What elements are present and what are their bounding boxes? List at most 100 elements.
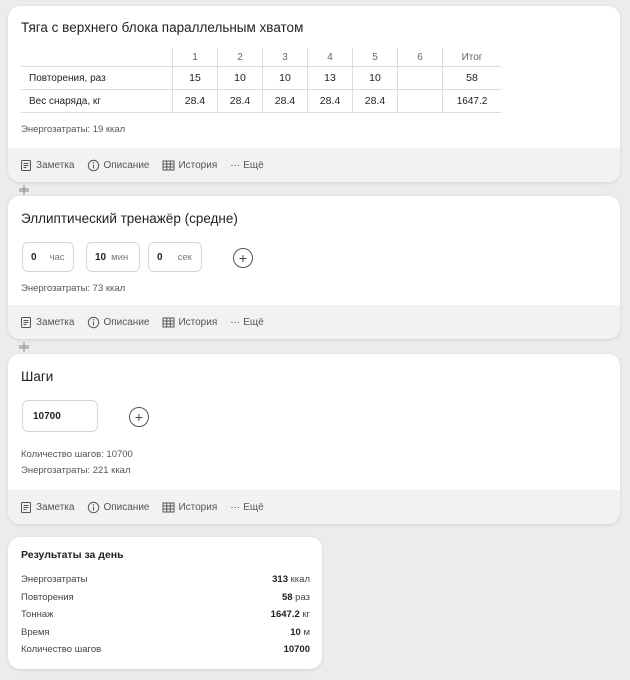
card-actions: Заметка Описание История ··· Ещё [8, 490, 620, 524]
description-button[interactable]: Описание [87, 316, 149, 329]
weight-total: 1647.2 [442, 89, 501, 113]
note-button[interactable]: Заметка [20, 501, 74, 514]
summary-value: 313 ккал [272, 574, 310, 585]
description-button[interactable]: Описание [87, 159, 149, 172]
value-unit: м [303, 627, 310, 638]
reps-cell-6[interactable] [397, 66, 443, 90]
ellipsis-icon: ··· [230, 159, 241, 171]
row-label: Повторения, раз [21, 66, 173, 90]
energy-label: Энергозатраты: 221 ккал [21, 465, 131, 476]
summary-label: Количество шагов [21, 644, 102, 655]
note-label: Заметка [36, 159, 75, 171]
note-label: Заметка [36, 316, 75, 328]
exercise-card-lat-pulldown: Тяга с верхнего блока параллельным хвато… [8, 6, 620, 182]
value-unit: кг [302, 609, 310, 620]
description-label: Описание [103, 316, 150, 328]
hours-value: 0 [31, 251, 37, 263]
summary-row-energy: Энергозатраты 313 ккал [21, 574, 310, 585]
note-icon [20, 159, 33, 172]
info-icon [87, 316, 100, 329]
add-interval-button[interactable]: + [233, 248, 253, 268]
value-unit: ккал [290, 574, 310, 585]
energy-label: Энергозатраты: 19 ккал [21, 124, 126, 135]
ellipsis-icon: ··· [230, 316, 241, 328]
add-steps-button[interactable]: + [129, 407, 149, 427]
description-label: Описание [103, 159, 150, 171]
exercise-card-steps: Шаги 10700 + Количество шагов: 10700 Эне… [8, 354, 620, 524]
steps-input[interactable]: 10700 [22, 400, 98, 432]
seconds-unit: сек [177, 251, 192, 263]
reps-cell-4[interactable]: 13 [307, 66, 353, 90]
plus-circle-icon: + [134, 409, 144, 425]
table-icon [162, 159, 175, 172]
minutes-value: 10 [95, 251, 107, 263]
weight-cell-4[interactable]: 28.4 [307, 89, 353, 113]
value-number: 58 [281, 592, 293, 603]
sets-header-row: 1 2 3 4 5 6 Итог [21, 48, 501, 67]
exercise-card-elliptical: Эллиптический тренажёр (средне) 0 час 10… [8, 196, 620, 339]
header-set-5: 5 [352, 48, 398, 67]
weight-cell-6[interactable] [397, 89, 443, 113]
exercise-title: Эллиптический тренажёр (средне) [21, 211, 238, 226]
card-actions: Заметка Описание История ··· Ещё [8, 148, 620, 182]
note-button[interactable]: Заметка [20, 159, 74, 172]
sets-table: 1 2 3 4 5 6 Итог Повторения, раз 15 10 1… [21, 48, 501, 113]
weight-cell-5[interactable]: 28.4 [352, 89, 398, 113]
more-button[interactable]: ··· Ещё [230, 160, 263, 171]
summary-value: 10 м [290, 627, 310, 638]
note-button[interactable]: Заметка [20, 316, 74, 329]
value-number: 313 [272, 574, 288, 585]
more-label: Ещё [243, 159, 264, 171]
summary-value: 1647.2 кг [271, 609, 310, 620]
value-number: 10 [290, 627, 301, 638]
summary-row-time: Время 10 м [21, 627, 310, 638]
row-label: Вес снаряда, кг [21, 89, 173, 113]
header-set-3: 3 [262, 48, 308, 67]
summary-row-tonnage: Тоннаж 1647.2 кг [21, 609, 310, 620]
weight-cell-1[interactable]: 28.4 [172, 89, 218, 113]
weight-cell-3[interactable]: 28.4 [262, 89, 308, 113]
more-button[interactable]: ··· Ещё [230, 502, 263, 513]
plus-circle-icon: + [238, 250, 248, 266]
exercise-title: Шаги [21, 369, 54, 384]
steps-count-label: Количество шагов: 10700 [21, 449, 133, 460]
reps-total: 58 [442, 66, 501, 90]
header-set-6: 6 [397, 48, 443, 67]
history-label: История [178, 316, 218, 328]
history-button[interactable]: История [162, 501, 217, 514]
summary-row-steps: Количество шагов 10700 [21, 644, 310, 655]
steps-value: 10700 [33, 410, 61, 422]
ellipsis-icon: ··· [230, 501, 241, 513]
minutes-unit: мин [111, 251, 129, 263]
header-total: Итог [442, 48, 501, 67]
summary-label: Время [21, 627, 50, 638]
note-label: Заметка [36, 501, 75, 513]
card-actions: Заметка Описание История ··· Ещё [8, 305, 620, 339]
seconds-value: 0 [157, 251, 163, 263]
info-icon [87, 159, 100, 172]
reps-cell-3[interactable]: 10 [262, 66, 308, 90]
summary-value: 10700 [284, 644, 310, 655]
history-button[interactable]: История [162, 159, 217, 172]
summary-row-reps: Повторения 58 раз [21, 592, 310, 603]
daily-results-title: Результаты за день [21, 549, 124, 561]
minutes-input[interactable]: 10 мин [86, 242, 140, 272]
value-unit: раз [295, 592, 310, 603]
more-button[interactable]: ··· Ещё [230, 317, 263, 328]
seconds-input[interactable]: 0 сек [148, 242, 202, 272]
hours-input[interactable]: 0 час [22, 242, 74, 272]
description-button[interactable]: Описание [87, 501, 149, 514]
more-label: Ещё [243, 316, 264, 328]
table-row-reps: Повторения, раз 15 10 10 13 10 58 [21, 66, 501, 90]
history-button[interactable]: История [162, 316, 217, 329]
reps-cell-2[interactable]: 10 [217, 66, 263, 90]
reps-cell-5[interactable]: 10 [352, 66, 398, 90]
weight-cell-2[interactable]: 28.4 [217, 89, 263, 113]
history-label: История [178, 159, 218, 171]
reps-cell-1[interactable]: 15 [172, 66, 218, 90]
header-set-1: 1 [172, 48, 218, 67]
energy-label: Энергозатраты: 73 ккал [21, 283, 126, 294]
note-icon [20, 501, 33, 514]
daily-results-card: Результаты за день Энергозатраты 313 кка… [8, 537, 322, 669]
value-number: 1647.2 [270, 609, 300, 620]
